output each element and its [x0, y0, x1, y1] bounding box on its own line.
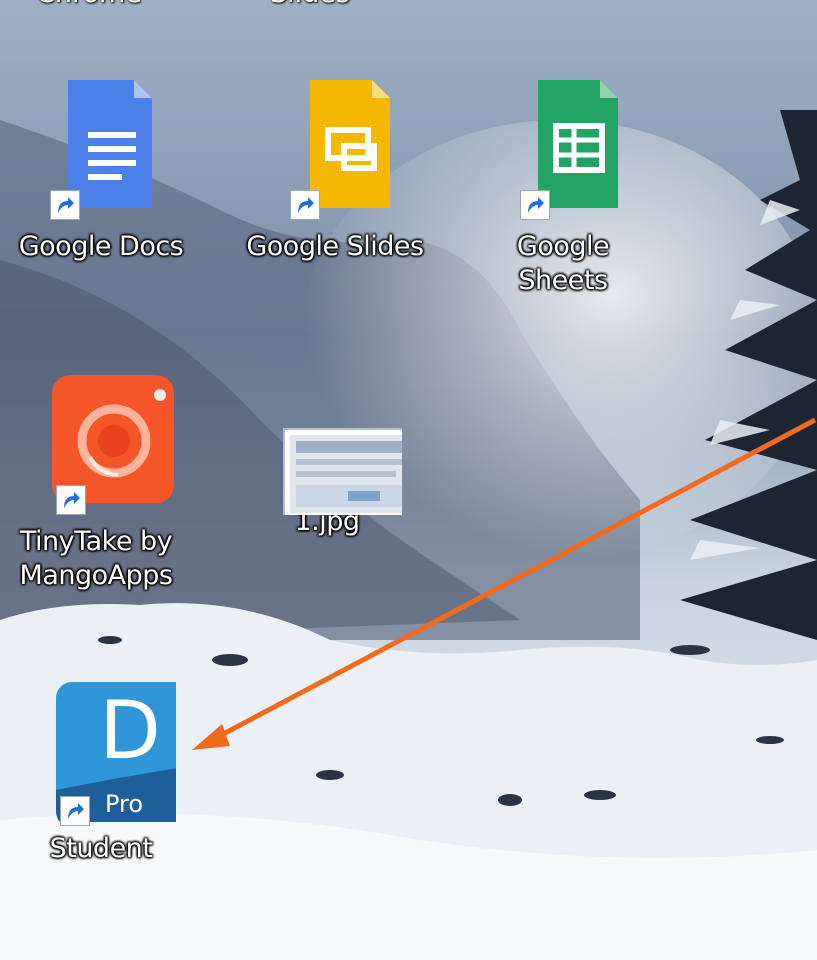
shortcut-arrow-icon [520, 190, 550, 220]
google-slides-icon [260, 70, 410, 220]
google-docs-icon [26, 70, 176, 220]
desktop-icon-label: Student [49, 833, 153, 864]
desktop-icon-google-sheets[interactable]: Google Sheets [458, 70, 668, 298]
desktop[interactable]: Chrome Slides Google Docs [0, 0, 817, 960]
desktop-icon-google-slides[interactable]: Google Slides [230, 70, 440, 264]
shortcut-arrow-icon [56, 485, 86, 515]
desktop-icon-1-jpg[interactable]: 1.jpg [222, 365, 432, 539]
desktop-icon-label: Google Sheets [516, 231, 610, 296]
tinytake-icon [26, 365, 176, 515]
cut-label-slides: Slides [270, 0, 350, 9]
desktop-icon-tinytake[interactable]: TinyTake by MangoApps [0, 365, 206, 593]
desktop-icon-label: TinyTake by MangoApps [19, 526, 173, 591]
desktop-icon-google-docs[interactable]: Google Docs [0, 70, 206, 264]
pro-badge: Pro [105, 790, 143, 818]
image-thumbnail-icon [252, 365, 429, 520]
desktop-icon-student[interactable]: D Pro Student [0, 672, 206, 866]
shortcut-arrow-icon [50, 190, 80, 220]
desktop-icon-label: Google Docs [18, 231, 184, 262]
cut-label-chrome: Chrome [36, 0, 142, 9]
dpro-letter: D [99, 684, 161, 777]
dpro-icon: D Pro [26, 672, 202, 826]
desktop-icon-label: Google Slides [246, 231, 424, 262]
google-sheets-icon [488, 70, 638, 220]
shortcut-arrow-icon [290, 190, 320, 220]
shortcut-arrow-icon [60, 796, 90, 826]
